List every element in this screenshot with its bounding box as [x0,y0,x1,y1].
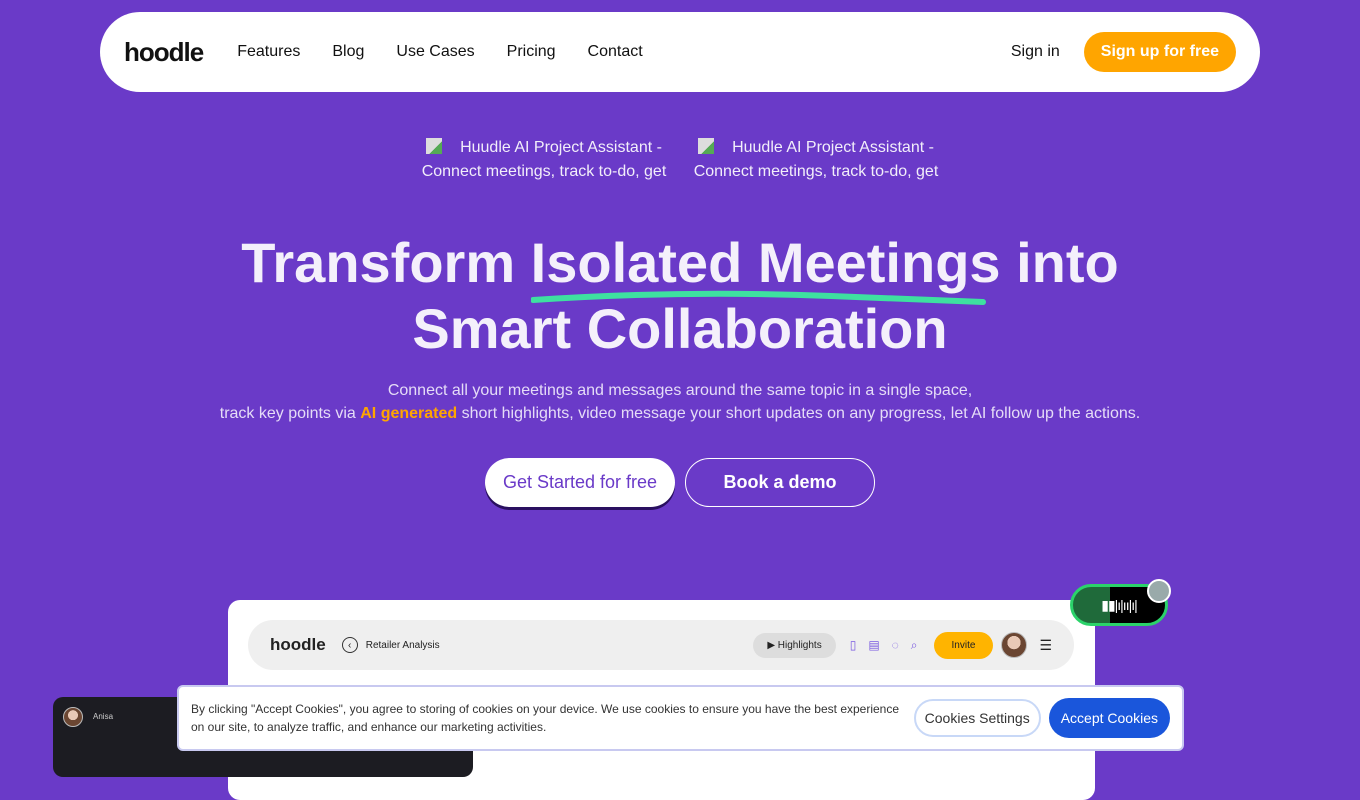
menu-icon: ☰ [1039,636,1052,653]
get-started-button[interactable]: Get Started for free [485,458,675,507]
image-alt-text: Huudle AI Project Assistant - Connect me… [421,139,667,180]
app-title: Retailer Analysis [365,639,440,651]
hero-title: Transform Isolated Meetings into Smart Co… [241,230,1119,360]
avatar [1147,579,1171,603]
clipboard-icon: ▤ [868,638,880,652]
nav-blog[interactable]: Blog [332,43,364,61]
cookie-text: By clicking "Accept Cookies", you agree … [191,702,900,734]
cookie-banner: By clicking "Accept Cookies", you agree … [177,685,1184,751]
book-demo-button[interactable]: Book a demo [685,458,875,507]
underline-stroke [530,290,986,305]
app-logo: hoodle [270,635,326,654]
nav-features[interactable]: Features [237,43,300,61]
hero-image-1: Huudle AI Project Assistant - Connect me… [419,136,669,184]
title-highlight: Isolated Meetings [530,230,1001,305]
logo[interactable]: hoodle [124,37,204,68]
bell-icon: ◌ [891,638,899,652]
avatar [1001,632,1028,658]
invite-button: Invite [933,631,994,659]
nav-contact[interactable]: Contact [588,43,643,61]
avatar [63,707,83,727]
broken-image-icon [698,138,715,154]
cookie-settings-button[interactable]: Cookies Settings [913,699,1041,737]
sign-in-link[interactable]: Sign in [1011,43,1060,61]
highlights-button: ▶ Highlights [753,632,836,658]
hero-subtitle: Connect all your meetings and messages a… [219,382,1141,422]
nav-use-cases[interactable]: Use Cases [396,43,474,61]
nav-pricing[interactable]: Pricing [507,43,556,61]
document-icon: ▯ [849,638,857,652]
search-icon: ⌕ [910,637,918,652]
accept-cookies-button[interactable]: Accept Cookies [1048,698,1170,738]
image-alt-text: Huudle AI Project Assistant - Connect me… [693,139,939,180]
top-nav: hoodle Features Blog Use Cases Pricing C… [100,12,1260,92]
broken-image-icon [426,138,443,154]
sign-up-button[interactable]: Sign up for free [1083,32,1236,72]
back-icon: ‹ [341,637,358,653]
hero-image-2: Huudle AI Project Assistant - Connect me… [691,136,941,184]
